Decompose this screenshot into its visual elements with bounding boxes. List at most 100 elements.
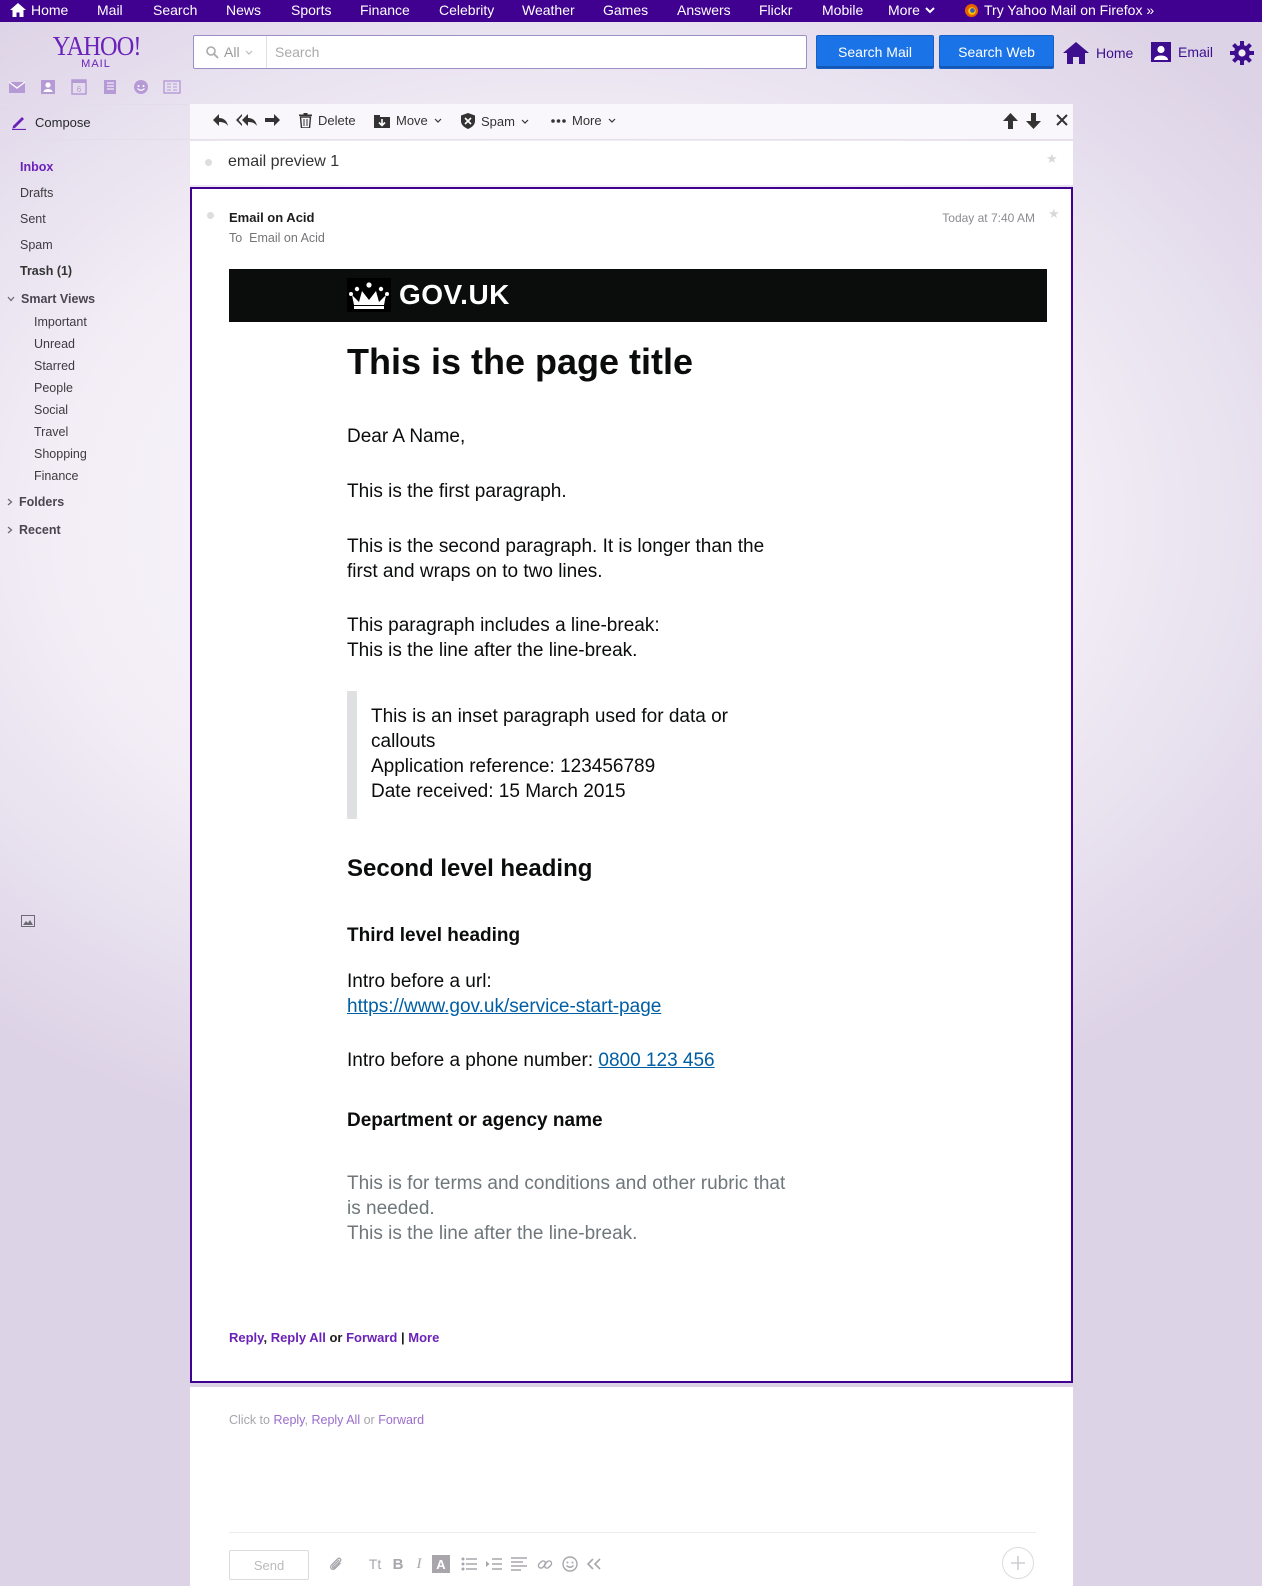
star-icon[interactable]: ★ — [1046, 151, 1058, 167]
sidebar-item-spam[interactable]: Spam — [20, 238, 53, 252]
click-to-label: Click to — [229, 1413, 270, 1427]
recipient-name[interactable]: Email on Acid — [249, 231, 325, 245]
topnav-firefox-promo[interactable]: Try Yahoo Mail on Firefox » — [964, 2, 1154, 18]
reply-icon[interactable] — [212, 113, 229, 127]
link-icon[interactable] — [536, 1555, 554, 1573]
attachment-icon[interactable] — [327, 1555, 345, 1573]
unread-dot[interactable] — [205, 159, 212, 166]
spam-button[interactable]: Spam — [461, 113, 529, 129]
compose-button[interactable]: Compose — [0, 104, 188, 140]
font-size-icon[interactable]: Tt — [366, 1555, 384, 1573]
reply-link[interactable]: Reply — [229, 1330, 263, 1345]
star-icon[interactable]: ★ — [1048, 206, 1060, 222]
align-icon[interactable] — [510, 1555, 528, 1573]
profile-icon — [1151, 42, 1171, 62]
smart-views-label: Smart Views — [21, 292, 96, 306]
inset-line-3: Date received: 15 March 2015 — [371, 781, 626, 802]
newsfeed-icon[interactable] — [163, 79, 181, 95]
sender-name[interactable]: Email on Acid — [229, 210, 314, 225]
topnav-weather[interactable]: Weather — [522, 2, 575, 18]
topnav-finance[interactable]: Finance — [360, 2, 410, 18]
search-mail-button[interactable]: Search Mail — [816, 35, 934, 69]
topnav-flickr[interactable]: Flickr — [759, 2, 792, 18]
topnav-sports[interactable]: Sports — [291, 2, 331, 18]
topnav-news[interactable]: News — [226, 2, 261, 18]
topnav-games[interactable]: Games — [603, 2, 648, 18]
sidebar-item-social[interactable]: Social — [34, 403, 68, 417]
text-color-icon[interactable]: A — [432, 1555, 450, 1573]
contacts-icon[interactable] — [39, 79, 57, 95]
sidebar-item-finance[interactable]: Finance — [34, 469, 78, 483]
sidebar-item-sent[interactable]: Sent — [20, 212, 46, 226]
sidebar-item-trash[interactable]: Trash (1) — [20, 264, 72, 278]
next-message-icon[interactable] — [1026, 113, 1041, 129]
emoji-icon[interactable] — [561, 1555, 579, 1573]
header-email-link[interactable]: Email — [1151, 42, 1213, 62]
quick-reply-link[interactable]: Reply — [273, 1413, 304, 1427]
topnav-celebrity[interactable]: Celebrity — [439, 2, 494, 18]
topnav-mail[interactable]: Mail — [97, 2, 123, 18]
sidebar-item-inbox[interactable]: Inbox — [20, 160, 53, 174]
messenger-icon[interactable] — [132, 79, 150, 95]
notepad-icon[interactable] — [101, 79, 119, 95]
expand-reply-button[interactable] — [1002, 1547, 1034, 1579]
third-level-heading: Third level heading — [347, 925, 521, 946]
logo-brand: YAHOO! — [52, 31, 142, 61]
send-button[interactable]: Send — [229, 1550, 309, 1580]
sidebar-item-travel[interactable]: Travel — [34, 425, 68, 439]
folders-toggle[interactable]: Folders — [7, 495, 64, 509]
search-web-button[interactable]: Search Web — [939, 35, 1054, 69]
yahoo-mail-logo[interactable]: YAHOO! MAIL — [48, 31, 144, 70]
topnav-more[interactable]: More — [888, 2, 935, 18]
image-toggle-icon[interactable] — [21, 915, 35, 930]
bulleted-list-icon[interactable] — [460, 1555, 478, 1573]
bold-icon[interactable]: B — [389, 1555, 407, 1573]
message-toolbar: Delete Move Spam More — [190, 104, 1073, 140]
header-home-link[interactable]: Home — [1063, 42, 1133, 64]
mail-icon[interactable] — [8, 79, 26, 95]
sidebar-item-drafts[interactable]: Drafts — [20, 186, 53, 200]
move-to-folder-icon — [374, 114, 390, 128]
topnav-mobile[interactable]: Mobile — [822, 2, 863, 18]
quick-reply-panel[interactable]: Click to Reply, Reply All or Forward Sen… — [190, 1387, 1073, 1586]
chevron-down-icon — [608, 118, 616, 123]
sidebar-item-important[interactable]: Important — [34, 315, 87, 329]
more-link[interactable]: More — [408, 1330, 439, 1345]
indent-icon[interactable] — [485, 1555, 503, 1573]
recent-toggle[interactable]: Recent — [7, 523, 61, 537]
sidebar-item-people[interactable]: People — [34, 381, 73, 395]
move-button[interactable]: Move — [374, 113, 442, 128]
page-title: This is the page title — [347, 341, 694, 382]
collapse-toolbar-icon[interactable] — [585, 1555, 603, 1573]
reply-all-icon[interactable] — [236, 113, 258, 127]
crown-icon — [347, 278, 391, 312]
reply-all-link[interactable]: Reply All — [271, 1330, 326, 1345]
calendar-icon[interactable]: 6 — [70, 79, 88, 95]
previous-message-icon[interactable] — [1003, 113, 1018, 129]
topnav-home[interactable]: Home — [10, 2, 68, 18]
service-url-link[interactable]: https://www.gov.uk/service-start-page — [347, 996, 661, 1017]
topnav-search[interactable]: Search — [153, 2, 197, 18]
phone-link[interactable]: 0800 123 456 — [598, 1050, 714, 1071]
sidebar-item-unread[interactable]: Unread — [34, 337, 75, 351]
delete-button[interactable]: Delete — [299, 113, 356, 128]
forward-link[interactable]: Forward — [346, 1330, 397, 1345]
more-button[interactable]: More — [551, 113, 616, 128]
quick-reply-prompt[interactable]: Click to Reply, Reply All or Forward — [229, 1413, 424, 1427]
quick-reply-all-link[interactable]: Reply All — [311, 1413, 360, 1427]
sidebar-item-starred[interactable]: Starred — [34, 359, 75, 373]
close-icon[interactable] — [1056, 114, 1068, 126]
forward-icon[interactable] — [264, 113, 281, 127]
italic-icon[interactable]: I — [410, 1555, 428, 1573]
quick-forward-link[interactable]: Forward — [378, 1413, 424, 1427]
smart-views-toggle[interactable]: Smart Views — [7, 292, 95, 306]
unread-dot[interactable] — [207, 212, 214, 219]
settings-gear-icon[interactable] — [1230, 41, 1254, 68]
paragraph-3: This paragraph includes a line-break: Th… — [347, 613, 787, 663]
actions-separator: , — [263, 1330, 268, 1345]
search-scope-dropdown[interactable]: All — [194, 36, 267, 68]
search-input[interactable] — [275, 42, 795, 62]
second-level-heading: Second level heading — [347, 855, 593, 882]
sidebar-item-shopping[interactable]: Shopping — [34, 447, 87, 461]
topnav-answers[interactable]: Answers — [677, 2, 731, 18]
